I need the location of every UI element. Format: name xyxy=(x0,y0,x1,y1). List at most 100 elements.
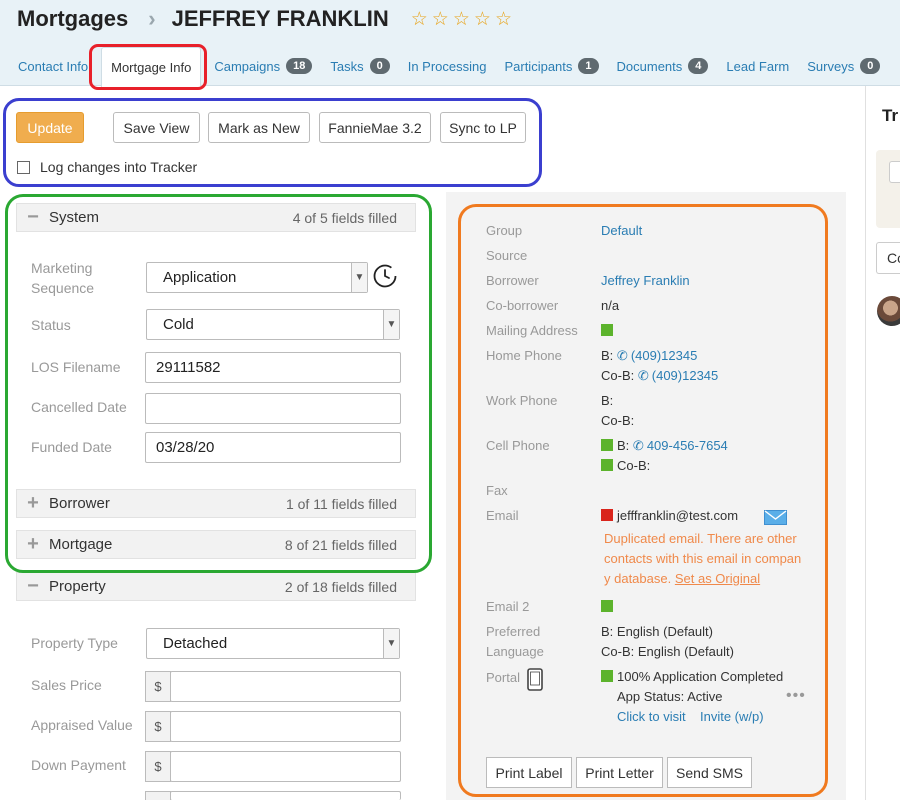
info-label-email: Email xyxy=(486,508,519,523)
portal-completion: 100% Application Completed xyxy=(617,669,784,684)
field-label-down-payment: Down Payment xyxy=(31,757,126,773)
info-label-source: Source xyxy=(486,248,528,263)
module-title[interactable]: Mortgages xyxy=(17,6,128,32)
set-as-original-link[interactable]: Set as Original xyxy=(675,571,760,586)
info-label-work-phone: Work Phone xyxy=(486,393,558,408)
co-home-phone-link[interactable]: (409)12345 xyxy=(652,368,719,383)
chevron-down-icon: ▼ xyxy=(383,629,399,658)
phone-owner-prefix: Co-B: xyxy=(617,458,651,473)
tracker-card-control[interactable] xyxy=(889,161,900,183)
count-badge: 0 xyxy=(369,58,390,74)
info-label-home-phone: Home Phone xyxy=(486,348,562,363)
tab-lead-farm[interactable]: Lead Farm xyxy=(717,59,798,86)
click-to-visit-link[interactable]: Click to visit xyxy=(617,707,686,727)
appraised-value-input[interactable] xyxy=(170,711,401,742)
envelope-icon[interactable] xyxy=(764,510,787,525)
los-filename-input[interactable]: 29111582 xyxy=(145,352,401,383)
fields-filled-count: 8 of 21 fields filled xyxy=(284,536,397,553)
tab-label: Tasks xyxy=(330,58,364,74)
cancelled-date-input[interactable] xyxy=(145,393,401,424)
field-label-marketing-sequence: Marketing Sequence xyxy=(31,258,94,298)
update-button[interactable]: Update xyxy=(16,112,84,143)
phone-icon[interactable]: ✆ xyxy=(638,368,649,383)
mark-as-new-button[interactable]: Mark as New xyxy=(208,112,310,143)
count-badge: 18 xyxy=(286,58,313,74)
collapse-icon: − xyxy=(27,575,39,597)
down-payment-input[interactable] xyxy=(170,751,401,782)
star-icon[interactable]: ☆ xyxy=(474,10,491,29)
collapse-icon: − xyxy=(27,206,39,228)
section-header-borrower[interactable]: + Borrower 1 of 11 fields filled xyxy=(16,489,416,518)
warning-text: y database. xyxy=(604,571,672,586)
email-value[interactable]: jefffranklin@test.com xyxy=(617,508,738,523)
section-header-system[interactable]: − System 4 of 5 fields filled xyxy=(16,203,416,232)
ok-status-icon xyxy=(601,670,613,682)
invite-link[interactable]: Invite (w/p) xyxy=(700,707,764,727)
fanniemae-export-button[interactable]: FannieMae 3.2 xyxy=(319,112,431,143)
save-view-button[interactable]: Save View xyxy=(113,112,200,143)
tab-participants[interactable]: Participants 1 xyxy=(495,58,607,86)
cell-phone-borrower: B: ✆ 409-456-7654 xyxy=(601,436,728,456)
count-badge: 1 xyxy=(578,58,599,74)
history-clock-icon[interactable] xyxy=(372,263,398,289)
phone-icon[interactable]: ✆ xyxy=(633,438,644,453)
print-letter-button[interactable]: Print Letter xyxy=(576,757,663,788)
currency-prefix xyxy=(145,791,171,800)
rating-stars[interactable]: ☆ ☆ ☆ ☆ ☆ xyxy=(411,10,512,29)
sync-to-lp-button[interactable]: Sync to LP xyxy=(440,112,526,143)
select-value: Detached xyxy=(163,635,228,652)
more-options-icon[interactable]: ••• xyxy=(786,687,806,705)
tab-tasks[interactable]: Tasks 0 xyxy=(321,58,398,86)
cell-phone-link[interactable]: 409-456-7654 xyxy=(647,438,728,453)
section-header-mortgage[interactable]: + Mortgage 8 of 21 fields filled xyxy=(16,530,416,559)
star-icon[interactable]: ☆ xyxy=(453,10,470,29)
phone-icon[interactable]: ✆ xyxy=(617,348,628,363)
info-label-group: Group xyxy=(486,223,523,238)
print-label-button[interactable]: Print Label xyxy=(486,757,572,788)
tab-label: In Processing xyxy=(407,59,487,74)
log-changes-label[interactable]: Log changes into Tracker xyxy=(40,159,197,175)
phone-owner-prefix: B: xyxy=(601,348,614,363)
tab-in-processing[interactable]: In Processing xyxy=(399,59,496,86)
tab-documents[interactable]: Documents 4 xyxy=(608,58,718,86)
field-label-sales-price: Sales Price xyxy=(31,677,102,693)
select-value: Application xyxy=(163,269,237,286)
tab-contact-info[interactable]: Contact Info xyxy=(0,59,97,86)
tab-surveys[interactable]: Surveys 0 xyxy=(798,58,889,86)
property-type-select[interactable]: Detached ▼ xyxy=(146,628,400,659)
ok-status-icon xyxy=(601,439,613,451)
info-label-mailing-address: Mailing Address xyxy=(486,323,578,338)
home-phone-link[interactable]: (409)12345 xyxy=(631,348,698,363)
borrower-link[interactable]: Jeffrey Franklin xyxy=(601,271,690,291)
log-changes-checkbox[interactable] xyxy=(17,161,30,174)
tab-mortgage-info[interactable]: Mortgage Info xyxy=(101,47,202,87)
sales-price-input[interactable] xyxy=(170,671,401,702)
info-label-preferred-language: Preferred Language xyxy=(486,622,544,662)
tab-campaigns[interactable]: Campaigns 18 xyxy=(205,58,321,86)
send-sms-button[interactable]: Send SMS xyxy=(667,757,752,788)
tab-label: Contact Info xyxy=(18,59,89,74)
chevron-down-icon: ▼ xyxy=(351,263,367,292)
ok-status-icon xyxy=(601,324,613,336)
phone-owner-prefix: B: xyxy=(617,438,630,453)
tracker-select[interactable]: Co xyxy=(876,242,900,274)
field-label-funded-date: Funded Date xyxy=(31,439,112,455)
section-header-property[interactable]: − Property 2 of 18 fields filled xyxy=(16,572,416,601)
funded-date-input[interactable]: 03/28/20 xyxy=(145,432,401,463)
status-select[interactable]: Cold ▼ xyxy=(146,309,400,340)
star-icon[interactable]: ☆ xyxy=(411,10,428,29)
star-icon[interactable]: ☆ xyxy=(495,10,512,29)
tab-label: Documents xyxy=(616,58,683,74)
marketing-sequence-select[interactable]: Application ▼ xyxy=(146,262,368,293)
info-label-portal: Portal xyxy=(486,670,520,685)
tracker-title: Tr xyxy=(882,106,899,125)
tab-label: Mortgage Info xyxy=(111,60,192,75)
tab-label: Surveys xyxy=(807,58,855,74)
group-link[interactable]: Default xyxy=(601,221,642,241)
star-icon[interactable]: ☆ xyxy=(432,10,449,29)
currency-prefix: $ xyxy=(145,751,171,782)
count-badge: 0 xyxy=(860,58,881,74)
field-label-line: Sequence xyxy=(31,280,95,296)
section-title: System xyxy=(49,209,100,226)
next-amount-input[interactable] xyxy=(170,791,401,800)
